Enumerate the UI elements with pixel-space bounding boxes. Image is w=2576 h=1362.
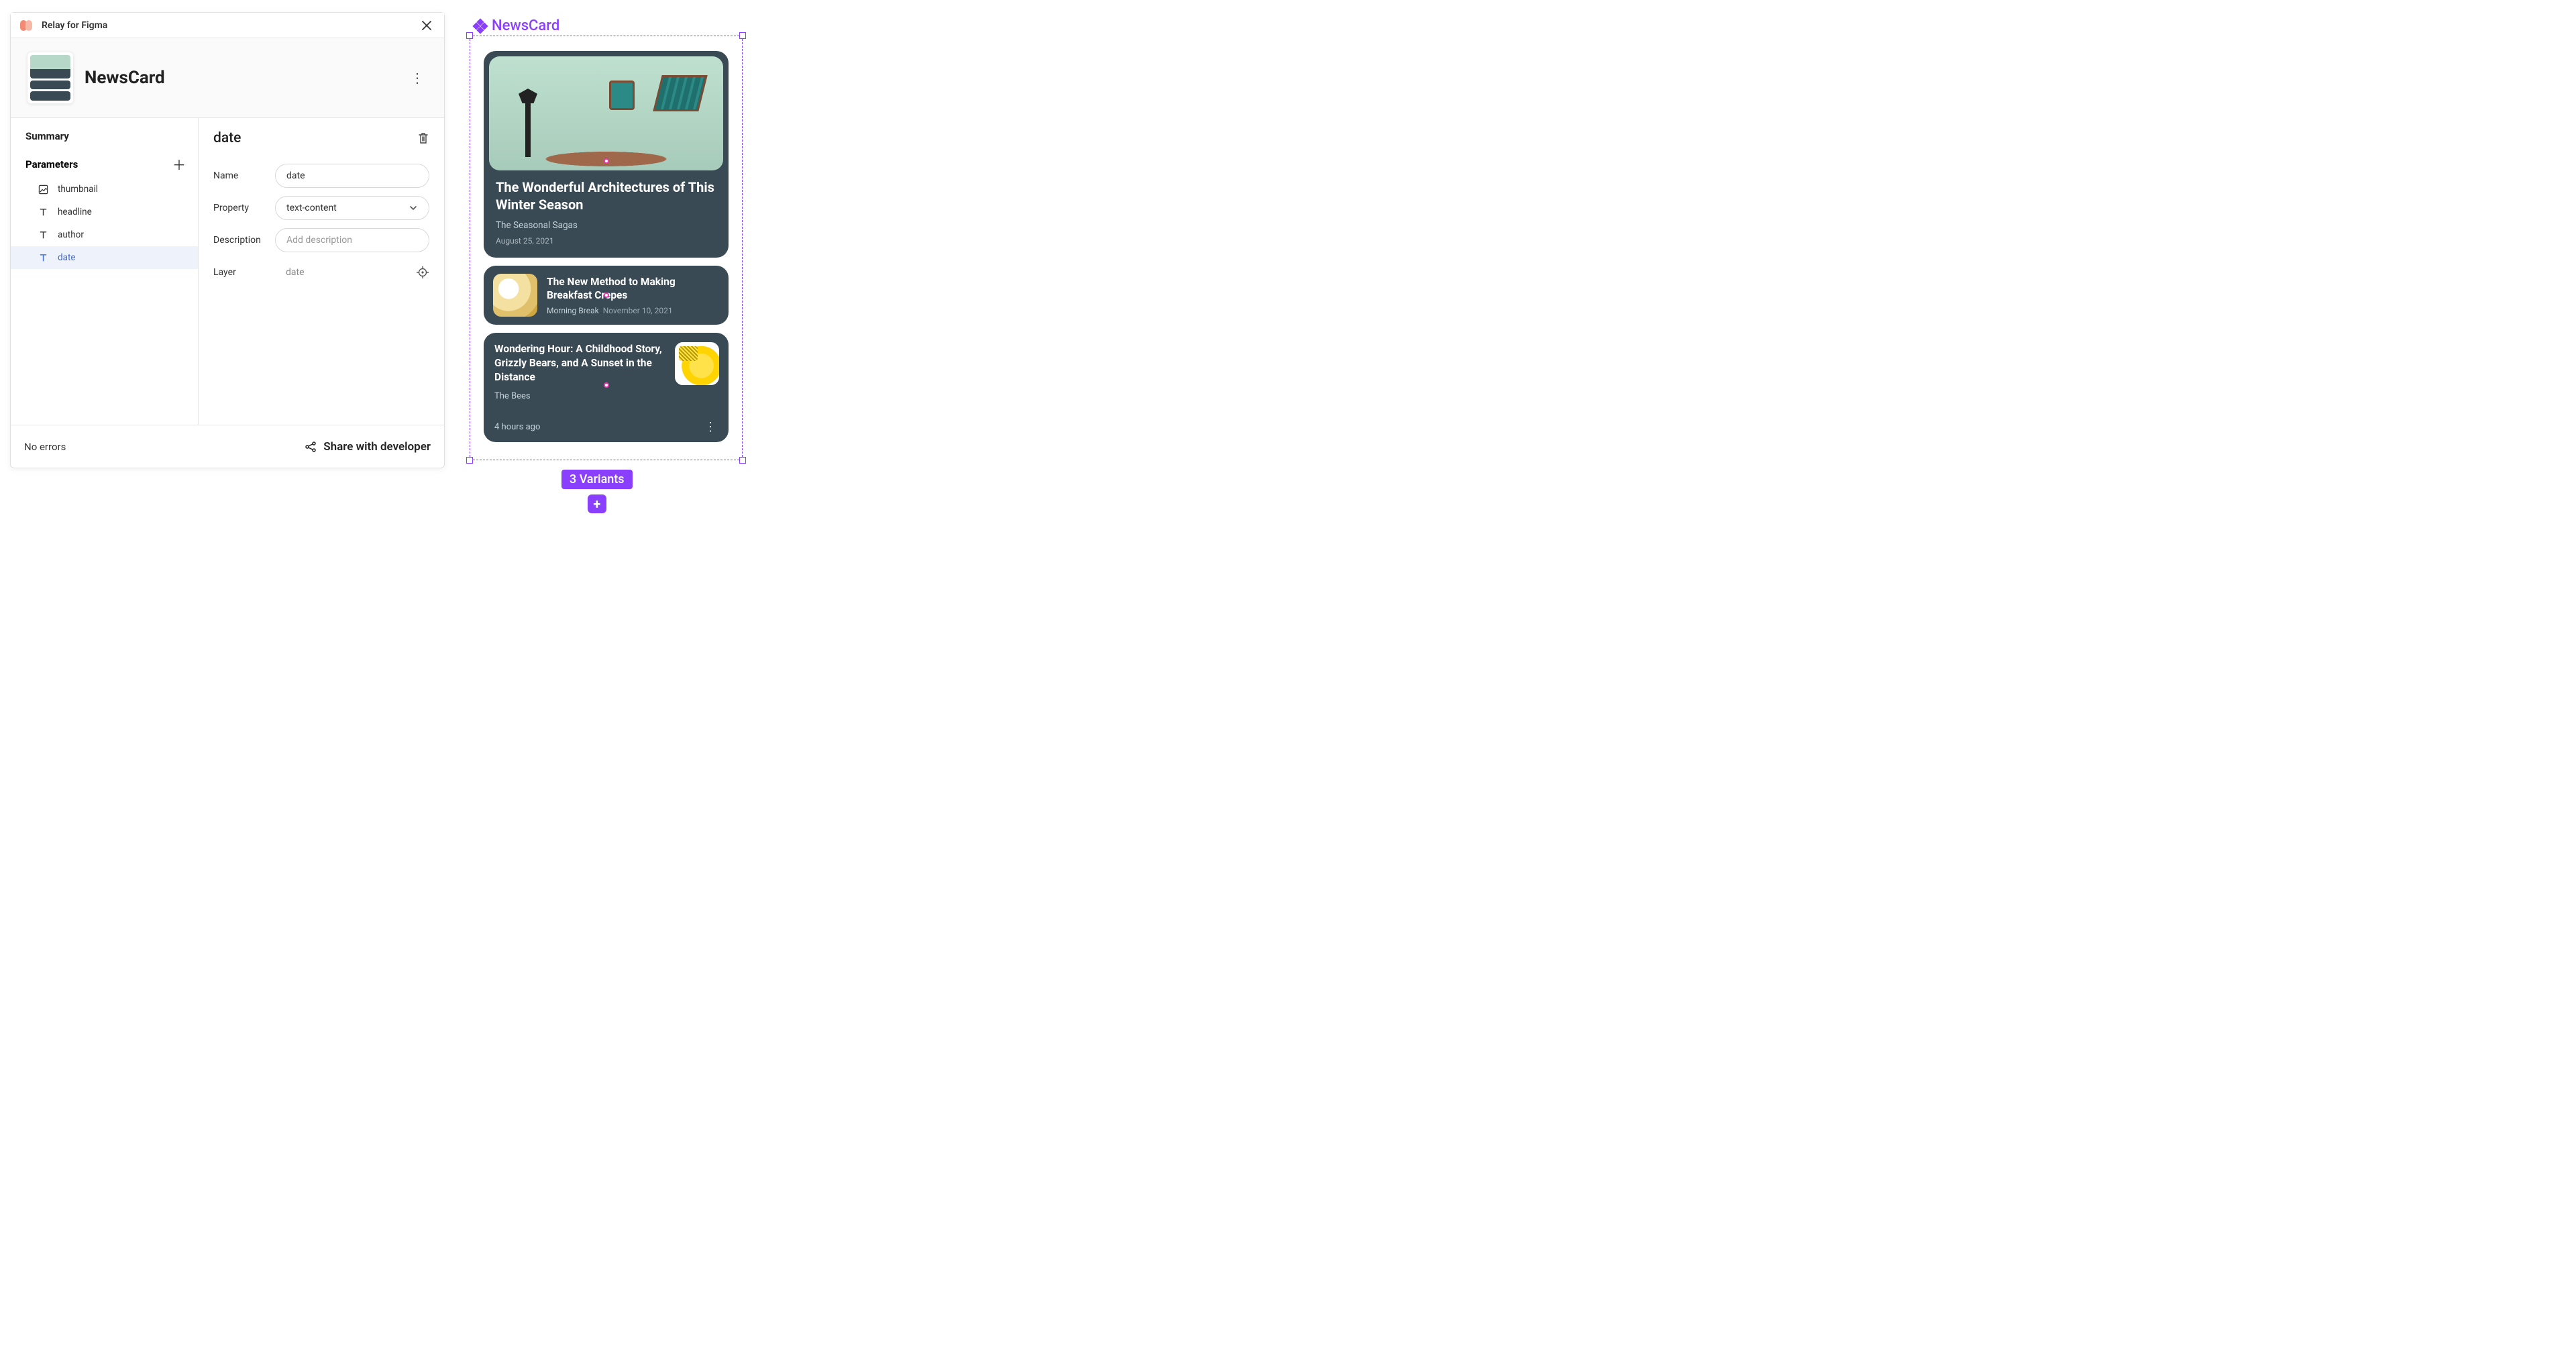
param-label: thumbnail (58, 184, 98, 195)
relay-plugin-panel: Relay for Figma NewsCard ⋮ Summary Param… (10, 12, 445, 468)
param-thumbnail[interactable]: thumbnail (11, 178, 198, 201)
editor-title: date (213, 130, 241, 146)
audio-date: 4 hours ago (494, 422, 540, 432)
component-name: NewsCard (85, 68, 165, 88)
param-headline[interactable]: headline (11, 201, 198, 223)
row-date: November 10, 2021 (603, 306, 673, 315)
description-label: Description (213, 235, 275, 246)
locate-layer-button[interactable] (416, 266, 429, 279)
newscard-row-variant[interactable]: The New Method to Making Breakfast Crepe… (484, 266, 729, 325)
section-summary[interactable]: Summary (11, 130, 198, 154)
param-label: author (58, 229, 84, 240)
component-set-frame[interactable]: The Wonderful Architectures of This Wint… (470, 36, 743, 460)
text-icon (38, 207, 48, 217)
share-icon (305, 441, 317, 453)
variant-stack: The Wonderful Architectures of This Wint… (484, 51, 729, 442)
share-label: Share with developer (323, 440, 431, 454)
resize-handle-tr[interactable] (739, 32, 746, 39)
newscard-hero-variant[interactable]: The Wonderful Architectures of This Wint… (484, 51, 729, 258)
component-more-button[interactable]: ⋮ (407, 66, 428, 90)
close-button[interactable] (419, 17, 435, 34)
resize-handle-br[interactable] (739, 457, 746, 464)
status-text: No errors (24, 441, 66, 453)
plugin-title: Relay for Figma (42, 20, 107, 31)
component-set-label[interactable]: NewsCard (474, 17, 559, 34)
description-input[interactable]: Add description (275, 228, 429, 252)
newscard-audio-variant[interactable]: Wondering Hour: A Childhood Story, Grizz… (484, 333, 729, 442)
param-author[interactable]: author (11, 223, 198, 246)
plugin-titlebar: Relay for Figma (11, 13, 444, 38)
component-set-name: NewsCard (492, 17, 559, 34)
chevron-down-icon (409, 203, 418, 213)
parameters-label: Parameters (25, 158, 78, 170)
property-select[interactable]: text-content (275, 196, 429, 220)
resize-handle-tl[interactable] (466, 32, 473, 39)
hero-headline: The Wonderful Architectures of This Wint… (496, 178, 716, 213)
relay-logo-icon (20, 20, 35, 31)
hero-date: August 25, 2021 (496, 236, 716, 246)
section-parameters-header: Parameters ＋ (11, 154, 198, 178)
add-parameter-button[interactable]: ＋ (171, 154, 187, 174)
sidebar: Summary Parameters ＋ thumbnail headline (11, 118, 199, 425)
variants-count-badge: 3 Variants (561, 470, 633, 489)
share-with-developer-button[interactable]: Share with developer (305, 440, 431, 454)
layer-label: Layer (213, 267, 275, 278)
audio-headline: Wondering Hour: A Childhood Story, Grizz… (494, 342, 662, 384)
text-icon (38, 230, 48, 240)
row-headline: The New Method to Making Breakfast Crepe… (547, 275, 719, 302)
parameter-editor: date Name date Property text-content (199, 118, 444, 425)
hero-author: The Seasonal Sagas (496, 220, 716, 231)
row-thumbnail (493, 274, 537, 317)
audio-author: The Bees (494, 391, 718, 401)
selection-indicator-icon (604, 158, 609, 164)
image-icon (38, 185, 48, 195)
property-label: Property (213, 203, 275, 213)
add-variant-button[interactable]: + (588, 494, 606, 513)
name-label: Name (213, 170, 275, 181)
param-date[interactable]: date (11, 246, 198, 269)
audio-thumbnail (675, 342, 719, 385)
component-thumbnail (27, 52, 74, 104)
variants-indicator: 3 Variants + (561, 470, 633, 513)
layer-value: date (275, 267, 416, 278)
component-set-icon (474, 20, 486, 32)
row-author: Morning Break (547, 306, 599, 315)
selection-indicator-icon (604, 293, 609, 298)
audio-more-button[interactable]: ⋮ (704, 420, 718, 434)
delete-parameter-button[interactable] (417, 132, 429, 145)
selection-indicator-icon (604, 382, 609, 388)
hero-thumbnail (489, 56, 723, 170)
name-input[interactable]: date (275, 164, 429, 188)
text-icon (38, 253, 48, 263)
param-label: date (58, 252, 76, 263)
plugin-footer: No errors Share with developer (11, 425, 444, 468)
param-label: headline (58, 207, 92, 217)
resize-handle-bl[interactable] (466, 457, 473, 464)
component-header: NewsCard ⋮ (11, 38, 444, 118)
